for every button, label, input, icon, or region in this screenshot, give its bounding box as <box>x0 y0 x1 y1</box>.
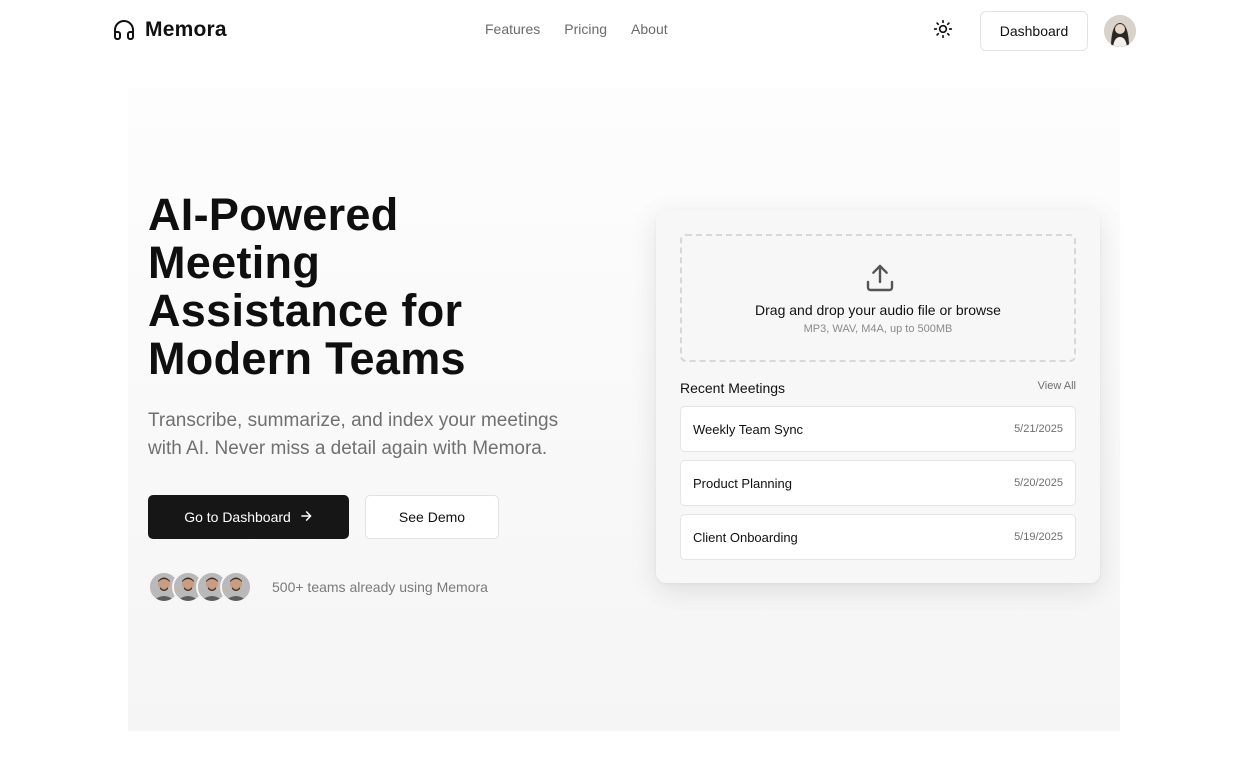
nav-link-about[interactable]: About <box>631 21 668 37</box>
meeting-name: Product Planning <box>693 475 793 491</box>
nav-link-pricing[interactable]: Pricing <box>564 21 607 37</box>
team-avatars <box>148 571 252 603</box>
dashboard-button[interactable]: Dashboard <box>980 11 1088 51</box>
meeting-name: Client Onboarding <box>693 529 798 545</box>
headline-line-2: Meeting <box>148 237 321 288</box>
audio-dropzone[interactable]: Drag and drop your audio file or browse … <box>680 234 1076 362</box>
headline-line-3: Assistance for <box>148 285 463 336</box>
dropzone-hint: MP3, WAV, M4A, up to 500MB <box>803 323 953 335</box>
see-demo-button[interactable]: See Demo <box>365 495 499 539</box>
upload-icon <box>864 262 896 294</box>
top-navbar: Memora Features Pricing About Dashboard <box>0 0 1249 62</box>
team-avatar <box>220 571 252 603</box>
dropzone-title: Drag and drop your audio file or browse <box>755 302 1001 318</box>
headline-line-4: Modern Teams <box>148 333 466 384</box>
brand-name: Memora <box>145 18 227 41</box>
social-proof: 500+ teams already using Memora <box>148 571 488 603</box>
user-avatar[interactable] <box>1104 15 1136 47</box>
headphones-icon <box>112 18 136 42</box>
brand-logo[interactable]: Memora <box>112 18 227 42</box>
hero-headline: AI-Powered Meeting Assistance for Modern… <box>148 191 618 383</box>
meeting-row[interactable]: Client Onboarding 5/19/2025 <box>680 514 1076 560</box>
hero-subtext: Transcribe, summarize, and index your me… <box>148 410 559 459</box>
headline-line-1: AI-Powered <box>148 189 399 240</box>
meeting-date: 5/19/2025 <box>1014 531 1063 543</box>
sun-icon <box>933 19 953 44</box>
meeting-row[interactable]: Product Planning 5/20/2025 <box>680 460 1076 506</box>
recent-meetings-title: Recent Meetings <box>680 380 786 396</box>
social-proof-text: 500+ teams already using Memora <box>272 579 488 595</box>
nav-link-features[interactable]: Features <box>485 21 540 37</box>
go-to-dashboard-label: Go to Dashboard <box>184 509 291 525</box>
upload-card: Drag and drop your audio file or browse … <box>656 210 1100 583</box>
meeting-name: Weekly Team Sync <box>693 421 804 437</box>
theme-toggle-button[interactable] <box>932 19 954 44</box>
arrow-right-icon <box>299 509 313 526</box>
main-nav: Features Pricing About <box>485 21 668 37</box>
go-to-dashboard-button[interactable]: Go to Dashboard <box>148 495 349 539</box>
meeting-date: 5/21/2025 <box>1014 423 1063 435</box>
view-all-link[interactable]: View All <box>1038 380 1076 392</box>
meeting-row[interactable]: Weekly Team Sync 5/21/2025 <box>680 406 1076 452</box>
meeting-date: 5/20/2025 <box>1014 477 1063 489</box>
